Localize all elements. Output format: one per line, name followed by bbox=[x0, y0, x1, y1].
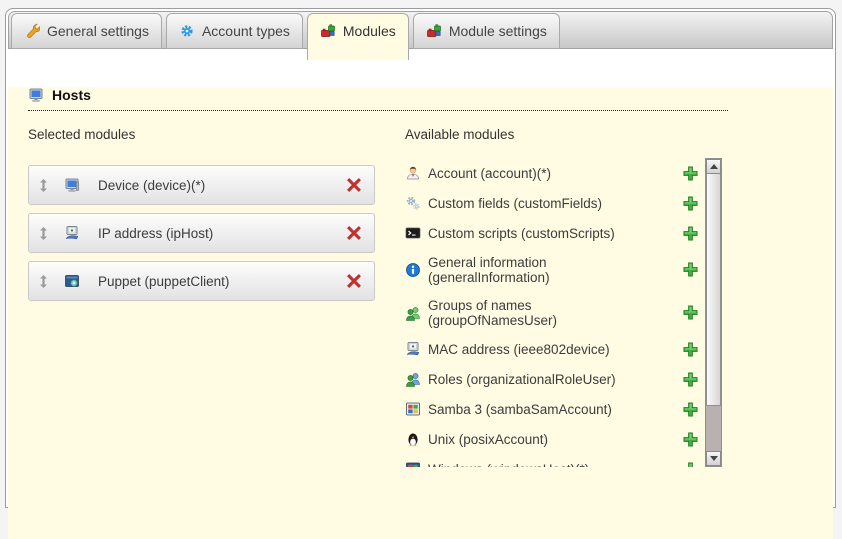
available-module-samba3: Samba 3 (sambaSamAccount) bbox=[405, 394, 705, 424]
selected-module-label: Device (device)(*) bbox=[98, 178, 205, 193]
tab-label: Module settings bbox=[449, 23, 547, 39]
tab-account-types[interactable]: Account types bbox=[166, 13, 303, 49]
windows-icon bbox=[405, 461, 421, 467]
info-icon bbox=[405, 262, 421, 278]
roles-icon bbox=[405, 371, 421, 387]
available-modules-list: Account (account)(*) bbox=[405, 158, 705, 467]
drag-handle-icon[interactable] bbox=[39, 179, 48, 192]
available-modules-column: Available modules bbox=[405, 128, 722, 467]
available-modules-scrollbar[interactable] bbox=[705, 158, 722, 467]
ip-address-icon bbox=[64, 225, 80, 241]
tab-general-settings[interactable]: General settings bbox=[11, 13, 162, 49]
unix-icon bbox=[405, 431, 421, 447]
add-module-button[interactable] bbox=[682, 401, 699, 418]
selected-module-label: IP address (ipHost) bbox=[98, 226, 213, 241]
selected-modules-heading: Selected modules bbox=[28, 128, 375, 142]
add-module-button[interactable] bbox=[682, 195, 699, 212]
add-module-button[interactable] bbox=[682, 225, 699, 242]
selected-module-row-device[interactable]: Device (device)(*) bbox=[28, 165, 375, 205]
custom-fields-icon bbox=[405, 195, 421, 211]
account-icon bbox=[405, 165, 421, 181]
available-module-label: Custom scripts (customScripts) bbox=[428, 226, 615, 241]
add-module-button[interactable] bbox=[682, 304, 699, 321]
available-module-label: Custom fields (customFields) bbox=[428, 196, 602, 211]
remove-module-button[interactable] bbox=[346, 273, 362, 289]
puppet-icon bbox=[64, 273, 80, 289]
available-modules-heading: Available modules bbox=[405, 128, 722, 142]
device-icon bbox=[64, 177, 80, 193]
host-icon bbox=[28, 87, 44, 103]
available-module-label: Windows (windowsHost)(*) bbox=[428, 462, 589, 468]
modules-panel: Hosts Selected modules bbox=[8, 87, 833, 539]
available-module-custom-scripts: Custom scripts (customScripts) bbox=[405, 218, 705, 248]
remove-module-button[interactable] bbox=[346, 225, 362, 241]
scroll-up-button[interactable] bbox=[706, 159, 721, 174]
add-module-button[interactable] bbox=[682, 165, 699, 182]
tab-modules[interactable]: Modules bbox=[307, 13, 409, 60]
modules-icon bbox=[426, 23, 442, 39]
drag-handle-icon[interactable] bbox=[39, 275, 48, 288]
selected-module-row-puppet[interactable]: Puppet (puppetClient) bbox=[28, 261, 375, 301]
add-module-button[interactable] bbox=[682, 341, 699, 358]
config-window: General settings Account types bbox=[5, 8, 836, 508]
section-title: Hosts bbox=[52, 87, 91, 103]
available-module-mac-address: MAC address (ieee802device) bbox=[405, 334, 705, 364]
selected-module-row-iphost[interactable]: IP address (ipHost) bbox=[28, 213, 375, 253]
available-module-custom-fields: Custom fields (customFields) bbox=[405, 188, 705, 218]
scroll-down-button[interactable] bbox=[706, 451, 721, 466]
add-module-button[interactable] bbox=[682, 461, 699, 468]
tab-label: Modules bbox=[343, 23, 396, 39]
remove-module-button[interactable] bbox=[346, 177, 362, 193]
selected-modules-column: Selected modules Device (device)(*) bbox=[28, 128, 375, 467]
add-module-button[interactable] bbox=[682, 261, 699, 278]
scrollbar-thumb[interactable] bbox=[706, 174, 721, 406]
available-module-label: Unix (posixAccount) bbox=[428, 432, 548, 447]
tab-bar: General settings Account types bbox=[8, 11, 833, 49]
arrow-up-icon bbox=[710, 164, 718, 169]
tab-label: Account types bbox=[202, 23, 290, 39]
available-module-label: Samba 3 (sambaSamAccount) bbox=[428, 402, 612, 417]
available-module-groups-of-names: Groups of names (groupOfNamesUser) bbox=[405, 291, 705, 334]
mac-address-icon bbox=[405, 341, 421, 357]
groups-icon bbox=[405, 305, 421, 321]
custom-scripts-icon bbox=[405, 225, 421, 241]
available-module-label: General information (generalInformation) bbox=[428, 255, 640, 285]
section-header: Hosts bbox=[28, 87, 728, 111]
samba-icon bbox=[405, 401, 421, 417]
scrollbar-track[interactable] bbox=[706, 406, 721, 451]
available-module-label: Groups of names (groupOfNamesUser) bbox=[428, 298, 640, 328]
available-module-roles: Roles (organizationalRoleUser) bbox=[405, 364, 705, 394]
available-module-unix: Unix (posixAccount) bbox=[405, 424, 705, 454]
available-module-label: Account (account)(*) bbox=[428, 166, 551, 181]
arrow-down-icon bbox=[710, 456, 718, 461]
modules-icon bbox=[320, 23, 336, 39]
tab-module-settings[interactable]: Module settings bbox=[413, 13, 560, 49]
gear-icon bbox=[179, 23, 195, 39]
tab-label: General settings bbox=[47, 23, 149, 39]
wrench-icon bbox=[24, 23, 40, 39]
add-module-button[interactable] bbox=[682, 371, 699, 388]
available-module-label: MAC address (ieee802device) bbox=[428, 342, 610, 357]
available-module-general-information: General information (generalInformation) bbox=[405, 248, 705, 291]
drag-handle-icon[interactable] bbox=[39, 227, 48, 240]
available-module-account: Account (account)(*) bbox=[405, 158, 705, 188]
available-module-label: Roles (organizationalRoleUser) bbox=[428, 372, 616, 387]
selected-module-label: Puppet (puppetClient) bbox=[98, 274, 229, 289]
add-module-button[interactable] bbox=[682, 431, 699, 448]
available-module-windows: Windows (windowsHost)(*) bbox=[405, 454, 705, 467]
